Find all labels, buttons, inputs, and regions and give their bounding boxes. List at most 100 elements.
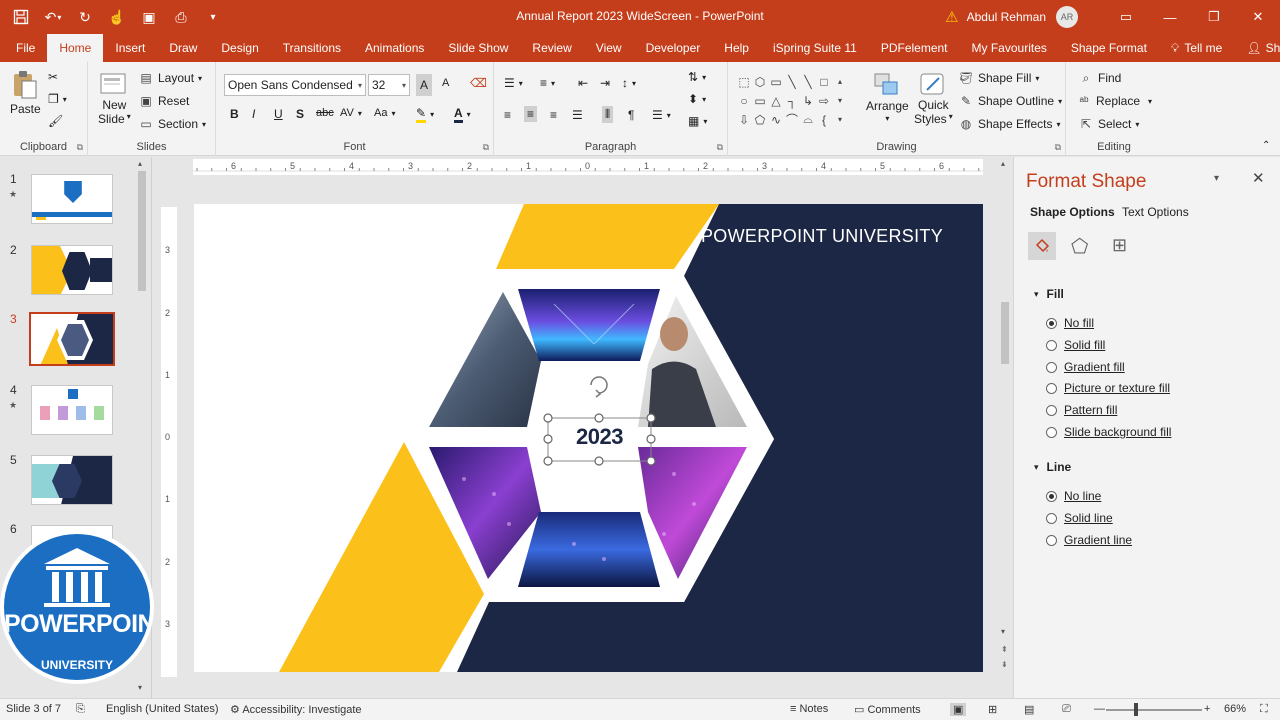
pentagon-icon[interactable]: ⬠ — [752, 110, 768, 129]
tab-animations[interactable]: Animations — [353, 34, 436, 62]
character-spacing-icon[interactable]: AV ▾ — [340, 107, 362, 119]
notes-button[interactable]: ≡ Notes — [790, 703, 828, 715]
slide-header-text[interactable]: POWERPOINT UNIVERSITY — [701, 226, 943, 247]
numbering-icon[interactable]: ≡ ▾ — [540, 76, 555, 90]
copy-icon[interactable]: ❐ ▾ — [48, 92, 67, 106]
tab-shape-options[interactable]: Shape Options — [1030, 205, 1115, 219]
tab-view[interactable]: View — [584, 34, 634, 62]
minimize-icon[interactable]: — — [1148, 0, 1192, 34]
tab-my-favourites[interactable]: My Favourites — [960, 34, 1059, 62]
increase-font-size-icon[interactable]: A — [416, 74, 432, 96]
tab-help[interactable]: Help — [712, 34, 761, 62]
gallery-more-icon[interactable]: ▾ — [832, 110, 848, 129]
elbow-connector-icon[interactable]: ┐ — [784, 91, 800, 110]
fill-option-no-fill[interactable]: No fill — [1046, 316, 1094, 330]
slide-thumbnail-4[interactable] — [31, 385, 113, 435]
slide-thumbnail-5[interactable] — [31, 455, 113, 505]
shadow-icon[interactable]: S — [296, 107, 304, 121]
arc-icon[interactable]: ⌒ — [784, 110, 800, 129]
find-button[interactable]: ⌕ Find — [1078, 70, 1122, 86]
maximize-icon[interactable]: ❐ — [1192, 0, 1236, 34]
align-center-icon[interactable]: ≡ — [524, 106, 538, 122]
rtl-icon[interactable]: ¶ — [628, 108, 634, 122]
rectangle-icon[interactable]: □ — [816, 72, 832, 91]
fit-to-window-icon[interactable]: ⛶ — [1260, 703, 1268, 716]
fill-option-gradient[interactable]: Gradient fill — [1046, 360, 1125, 374]
avatar[interactable]: AR — [1056, 6, 1078, 28]
font-name-combo[interactable]: Open Sans Condensed ▾ — [224, 74, 366, 96]
shapes-gallery[interactable]: ⬚ ⬡ ▭ ╲ ╲ □ ▴ ○ ▭ △ ┐ ↳ ⇨ ▾ ⇩ ⬠ ∿ ⌒ ⌓{▾ — [736, 72, 848, 130]
oval-icon[interactable]: ○ — [736, 91, 752, 110]
tab-home[interactable]: Home — [47, 34, 104, 62]
reset-button[interactable]: ▣ Reset — [138, 93, 189, 109]
fill-section-header[interactable]: ▾ Fill — [1034, 287, 1064, 301]
line-section-header[interactable]: ▾ Line — [1034, 460, 1071, 474]
arrange-button[interactable]: Arrange ▾ — [866, 72, 909, 123]
print-preview-icon[interactable]: ⎙ — [170, 7, 192, 27]
slide-thumbnail-2[interactable] — [31, 245, 113, 295]
columns-icon[interactable]: ⫴ — [602, 106, 614, 123]
text-direction-icon[interactable]: ⇅ ▾ — [688, 70, 706, 84]
replace-button[interactable]: ᵃᵇ Replace ▾ — [1076, 93, 1153, 109]
justify-icon[interactable]: ☰ — [572, 108, 583, 122]
brace-icon[interactable]: { — [816, 110, 832, 129]
slide-canvas[interactable]: POWERPOINT UNIVERSITY 2023 — [194, 204, 983, 672]
decrease-font-size-icon[interactable]: A — [442, 77, 449, 89]
shape-icon[interactable]: ▭ — [768, 72, 784, 91]
tab-slide-show[interactable]: Slide Show — [436, 34, 520, 62]
zoom-out-icon[interactable]: — — [1094, 703, 1105, 715]
rectangle-icon[interactable]: ▭ — [752, 91, 768, 110]
shape-effects-button[interactable]: ◍ Shape Effects ▾ — [958, 116, 1061, 132]
text-box-icon[interactable]: ⬚ — [736, 72, 752, 91]
tab-ispring[interactable]: iSpring Suite 11 — [761, 34, 869, 62]
fill-option-solid[interactable]: Solid fill — [1046, 338, 1105, 352]
line-spacing-icon[interactable]: ↕ ▾ — [622, 76, 636, 90]
save-icon[interactable] — [10, 7, 32, 27]
tab-design[interactable]: Design — [209, 34, 270, 62]
slide-scrollbar[interactable]: ▴ ▾ ⇞ ⇟ — [998, 157, 1012, 687]
gallery-up-icon[interactable]: ▴ — [832, 72, 848, 91]
tell-me-box[interactable]: 💡︎ Tell me — [1159, 34, 1234, 62]
language-indicator[interactable]: English (United States) — [106, 703, 219, 715]
font-size-combo[interactable]: 32 ▾ — [368, 74, 410, 96]
bold-icon[interactable]: B — [230, 107, 239, 121]
highlight-icon[interactable]: ✎ ▾ — [416, 106, 434, 123]
shape-outline-button[interactable]: ✎ Shape Outline ▾ — [958, 93, 1062, 109]
ribbon-display-options-icon[interactable]: ▭ — [1104, 0, 1148, 34]
accessibility-button[interactable]: ⚙︎ Accessibility: Investigate — [230, 703, 362, 716]
layout-button[interactable]: ▤ Layout ▾ — [138, 70, 202, 86]
undo-icon[interactable]: ↶ ▾ — [42, 7, 64, 27]
increase-indent-icon[interactable]: ⇥ — [600, 76, 610, 90]
collapse-ribbon-icon[interactable]: ⌃ — [1262, 140, 1270, 151]
bullets-icon[interactable]: ☰ ▾ — [504, 76, 523, 90]
down-arrow-icon[interactable]: ⇩ — [736, 110, 752, 129]
previous-slide-icon[interactable]: ⇞ — [1001, 645, 1008, 654]
line-option-solid[interactable]: Solid line — [1046, 511, 1113, 525]
strikethrough-icon[interactable]: abc — [316, 107, 334, 119]
paragraph-launcher-icon[interactable]: ⧉ — [717, 142, 723, 153]
year-textbox[interactable]: 2023 — [548, 424, 651, 450]
align-left-icon[interactable]: ≡ — [504, 108, 511, 122]
fill-line-icon[interactable] — [1028, 232, 1056, 260]
tab-review[interactable]: Review — [520, 34, 583, 62]
curve-icon[interactable]: ⌓ — [800, 110, 816, 129]
next-slide-icon[interactable]: ⇟ — [1001, 660, 1008, 669]
share-button[interactable]: 👤︎Share — [1234, 34, 1280, 62]
pane-options-dropdown-icon[interactable]: ▾ — [1214, 173, 1219, 184]
distributed-icon[interactable]: ☰ ▾ — [652, 108, 671, 122]
line-icon[interactable]: ╲ — [800, 72, 816, 91]
clear-formatting-icon[interactable]: ⌫ — [470, 76, 487, 90]
fill-option-pattern[interactable]: Pattern fill — [1046, 403, 1117, 417]
font-color-icon[interactable]: A ▾ — [454, 106, 471, 123]
line-icon[interactable]: ╲ — [784, 72, 800, 91]
triangle-icon[interactable]: △ — [768, 91, 784, 110]
paste-button[interactable]: Paste — [10, 70, 41, 116]
underline-icon[interactable]: U — [274, 107, 283, 121]
align-text-icon[interactable]: ⬍ ▾ — [688, 92, 706, 106]
effects-pentagon-icon[interactable]: ⬠ — [1071, 234, 1088, 259]
smartart-icon[interactable]: ▦ ▾ — [688, 114, 707, 128]
decrease-indent-icon[interactable]: ⇤ — [578, 76, 588, 90]
zoom-slider[interactable] — [1106, 709, 1202, 711]
touch-mode-icon[interactable]: ☝ — [106, 7, 128, 27]
fill-option-picture[interactable]: Picture or texture fill — [1046, 381, 1170, 395]
